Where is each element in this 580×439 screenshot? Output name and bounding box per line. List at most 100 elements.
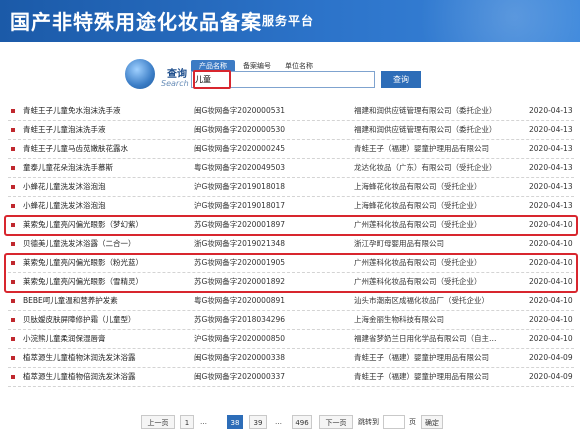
record-date: 2020-04-13 (529, 182, 573, 191)
confirm-jump-button[interactable]: 确定 (421, 415, 443, 429)
record-number: 闽G妆网备字2020000337 (194, 372, 286, 381)
next-page-button[interactable]: 下一页 (319, 415, 353, 429)
bullet-icon (11, 147, 15, 151)
record-date: 2020-04-10 (529, 258, 573, 267)
record-number: 沪G妆网备字2019018017 (194, 201, 286, 210)
last-page-button[interactable]: 496 (292, 415, 312, 429)
product-name-link[interactable]: 童泰儿童花朵泡沫洗手慕斯 (23, 159, 113, 177)
bullet-icon (11, 356, 15, 360)
table-row[interactable]: 小蜂花儿童洗发沐浴泡泡 沪G妆网备字2019018017 上海蜂花化妆品有限公司（受… (8, 197, 574, 216)
bullet-icon (11, 223, 15, 227)
record-number: 浙G妆网备字2019021348 (194, 239, 286, 248)
site-header: 国产非特殊用途化妆品备案 服务平台 (0, 0, 580, 42)
search-logo: 查询 Search (123, 59, 189, 93)
company-name: 浙江孕町母婴用品有限公司 (354, 239, 444, 248)
jump-to-label: 跳转到 (358, 418, 379, 426)
current-page-button[interactable]: 38 (227, 415, 243, 429)
table-row[interactable]: BEBE呵儿童温和营养护发素 粤G妆网备字2020000891 汕头市潮南区成福化妆… (8, 292, 574, 311)
record-number: 苏G妆网备字2020001892 (194, 277, 286, 286)
search-input[interactable] (191, 71, 375, 88)
record-date: 2020-04-09 (529, 353, 573, 362)
company-name: 龙达化妆品（广东）有限公司（受托企业） (354, 163, 497, 172)
bullet-icon (11, 242, 15, 246)
bullet-icon (11, 166, 15, 170)
magnifier-globe-icon (125, 59, 155, 89)
company-name: 福建和润供应链管理有限公司（委托企业） (354, 125, 497, 134)
table-row[interactable]: 小蜂花儿童洗发沐浴泡泡 沪G妆网备字2019018018 上海蜂花化妆品有限公司（受… (8, 178, 574, 197)
pagination: 上一页 1 … 38 39 … 496 下一页 跳转到 页 确定 (0, 411, 580, 433)
search-logo-text: 查询 (167, 69, 187, 80)
record-date: 2020-04-13 (529, 125, 573, 134)
record-date: 2020-04-10 (529, 277, 573, 286)
table-row[interactable]: 青蛙王子儿童马齿苋嫩肤花露水 闽G妆网备字2020000245 青蛙王子（福建）婴童… (8, 140, 574, 159)
record-date: 2020-04-13 (529, 163, 573, 172)
prev-page-button[interactable]: 上一页 (141, 415, 175, 429)
record-number: 苏G妆网备字2018034296 (194, 315, 286, 324)
record-date: 2020-04-10 (529, 315, 573, 324)
record-number: 闽G妆网备字2020000245 (194, 144, 286, 153)
table-row[interactable]: 青蛙王子儿童泡沫洗手液 闽G妆网备字2020000530 福建和润供应链管理有限公司… (8, 121, 574, 140)
record-date: 2020-04-09 (529, 372, 573, 381)
company-name: 广州莲科化妆品有限公司（受托企业） (354, 277, 482, 286)
pagination-ellipsis: … (200, 418, 207, 426)
product-name-link[interactable]: 莱索兔儿童亮闪偏光眼影（雪精灵） (23, 273, 143, 291)
product-name-link[interactable]: 植萃源生儿童植物倍润洗发沐浴露 (23, 368, 136, 386)
table-row[interactable]: 贝肽嫒皮肤屏障修护霜（儿童型） 苏G妆网备字2018034296 上海金丽生物科技有… (8, 311, 574, 330)
record-date: 2020-04-13 (529, 201, 573, 210)
product-name-link[interactable]: 青蛙王子儿童泡沫洗手液 (23, 121, 106, 139)
record-number: 粤G妆网备字2020000891 (194, 296, 286, 305)
company-name: 青蛙王子（福建）婴童护理用品有限公司 (354, 372, 489, 381)
product-name-link[interactable]: 小蜂花儿童洗发沐浴泡泡 (23, 178, 106, 196)
bullet-icon (11, 318, 15, 322)
bullet-icon (11, 261, 15, 265)
search-button[interactable]: 查询 (381, 71, 421, 88)
product-name-link[interactable]: 贝肽嫒皮肤屏障修护霜（儿童型） (23, 311, 136, 329)
company-name: 青蛙王子（福建）婴童护理用品有限公司 (354, 144, 489, 153)
company-name: 青蛙王子（福建）婴童护理用品有限公司 (354, 353, 489, 362)
record-date: 2020-04-13 (529, 106, 573, 115)
bullet-icon (11, 299, 15, 303)
table-row[interactable]: 植萃源生儿童植物沐润洗发沐浴露 闽G妆网备字2020000338 青蛙王子（福建）婴… (8, 349, 574, 368)
record-number: 闽G妆网备字2020000338 (194, 353, 286, 362)
table-row[interactable]: 莱索兔儿童亮闪偏光眼影（粉光蓝） 苏G妆网备字2020001905 广州莲科化妆品有… (8, 254, 574, 273)
record-date: 2020-04-10 (529, 334, 573, 343)
page-jump-input[interactable] (383, 415, 405, 429)
bullet-icon (11, 128, 15, 132)
record-date: 2020-04-13 (529, 144, 573, 153)
record-number: 沪G妆网备字2019018018 (194, 182, 286, 191)
product-name-link[interactable]: 贝德美儿童洗发沐浴露（二合一） (23, 235, 136, 253)
product-name-link[interactable]: 青蛙王子儿童马齿苋嫩肤花露水 (23, 140, 128, 158)
product-name-link[interactable]: 植萃源生儿童植物沐润洗发沐浴露 (23, 349, 136, 367)
company-name: 广州莲科化妆品有限公司（受托企业） (354, 258, 482, 267)
product-name-link[interactable]: BEBE呵儿童温和营养护发素 (23, 292, 118, 310)
company-name: 福建和润供应链管理有限公司（委托企业） (354, 106, 497, 115)
record-number: 闽G妆网备字2020000530 (194, 125, 286, 134)
table-row[interactable]: 莱索兔儿童亮闪偏光眼影（梦幻紫） 苏G妆网备字2020001897 广州莲科化妆品有… (8, 216, 574, 235)
table-row[interactable]: 莱索兔儿童亮闪偏光眼影（雪精灵） 苏G妆网备字2020001892 广州莲科化妆品有… (8, 273, 574, 292)
page-1-button[interactable]: 1 (180, 415, 194, 429)
company-name: 福建省梦奶兰日用化学品有限公司（自主… (354, 334, 497, 343)
record-number: 闽G妆网备字2020000531 (194, 106, 286, 115)
table-row[interactable]: 植萃源生儿童植物倍润洗发沐浴露 闽G妆网备字2020000337 青蛙王子（福建）婴… (8, 368, 574, 387)
company-name: 上海蜂花化妆品有限公司（受托企业） (354, 201, 482, 210)
product-name-link[interactable]: 小浣熊儿童柔润保湿唇膏 (23, 330, 106, 348)
record-number: 苏G妆网备字2020001905 (194, 258, 286, 267)
bullet-icon (11, 375, 15, 379)
product-name-link[interactable]: 莱索兔儿童亮闪偏光眼影（梦幻紫） (23, 216, 143, 234)
header-decoration (360, 0, 580, 42)
table-row[interactable]: 贝德美儿童洗发沐浴露（二合一） 浙G妆网备字2019021348 浙江孕町母婴用品有… (8, 235, 574, 254)
page-39-button[interactable]: 39 (249, 415, 267, 429)
site-subtitle: 服务平台 (262, 14, 315, 28)
company-name: 广州莲科化妆品有限公司（受托企业） (354, 220, 482, 229)
table-row[interactable]: 青蛙王子儿童免水泡沫洗手液 闽G妆网备字2020000531 福建和润供应链管理有限… (8, 102, 574, 121)
table-row[interactable]: 小浣熊儿童柔润保湿唇膏 沪G妆网备字2020000850 福建省梦奶兰日用化学品有限… (8, 330, 574, 349)
product-name-link[interactable]: 莱索兔儿童亮闪偏光眼影（粉光蓝） (23, 254, 143, 272)
table-row[interactable]: 童泰儿童花朵泡沫洗手慕斯 粤G妆网备字2020049503 龙达化妆品（广东）有限公… (8, 159, 574, 178)
bullet-icon (11, 337, 15, 341)
page-unit-label: 页 (409, 418, 416, 426)
product-name-link[interactable]: 小蜂花儿童洗发沐浴泡泡 (23, 197, 106, 215)
product-name-link[interactable]: 青蛙王子儿童免水泡沫洗手液 (23, 102, 121, 120)
bullet-icon (11, 204, 15, 208)
record-number: 苏G妆网备字2020001897 (194, 220, 286, 229)
company-name: 上海金丽生物科技有限公司 (354, 315, 444, 324)
